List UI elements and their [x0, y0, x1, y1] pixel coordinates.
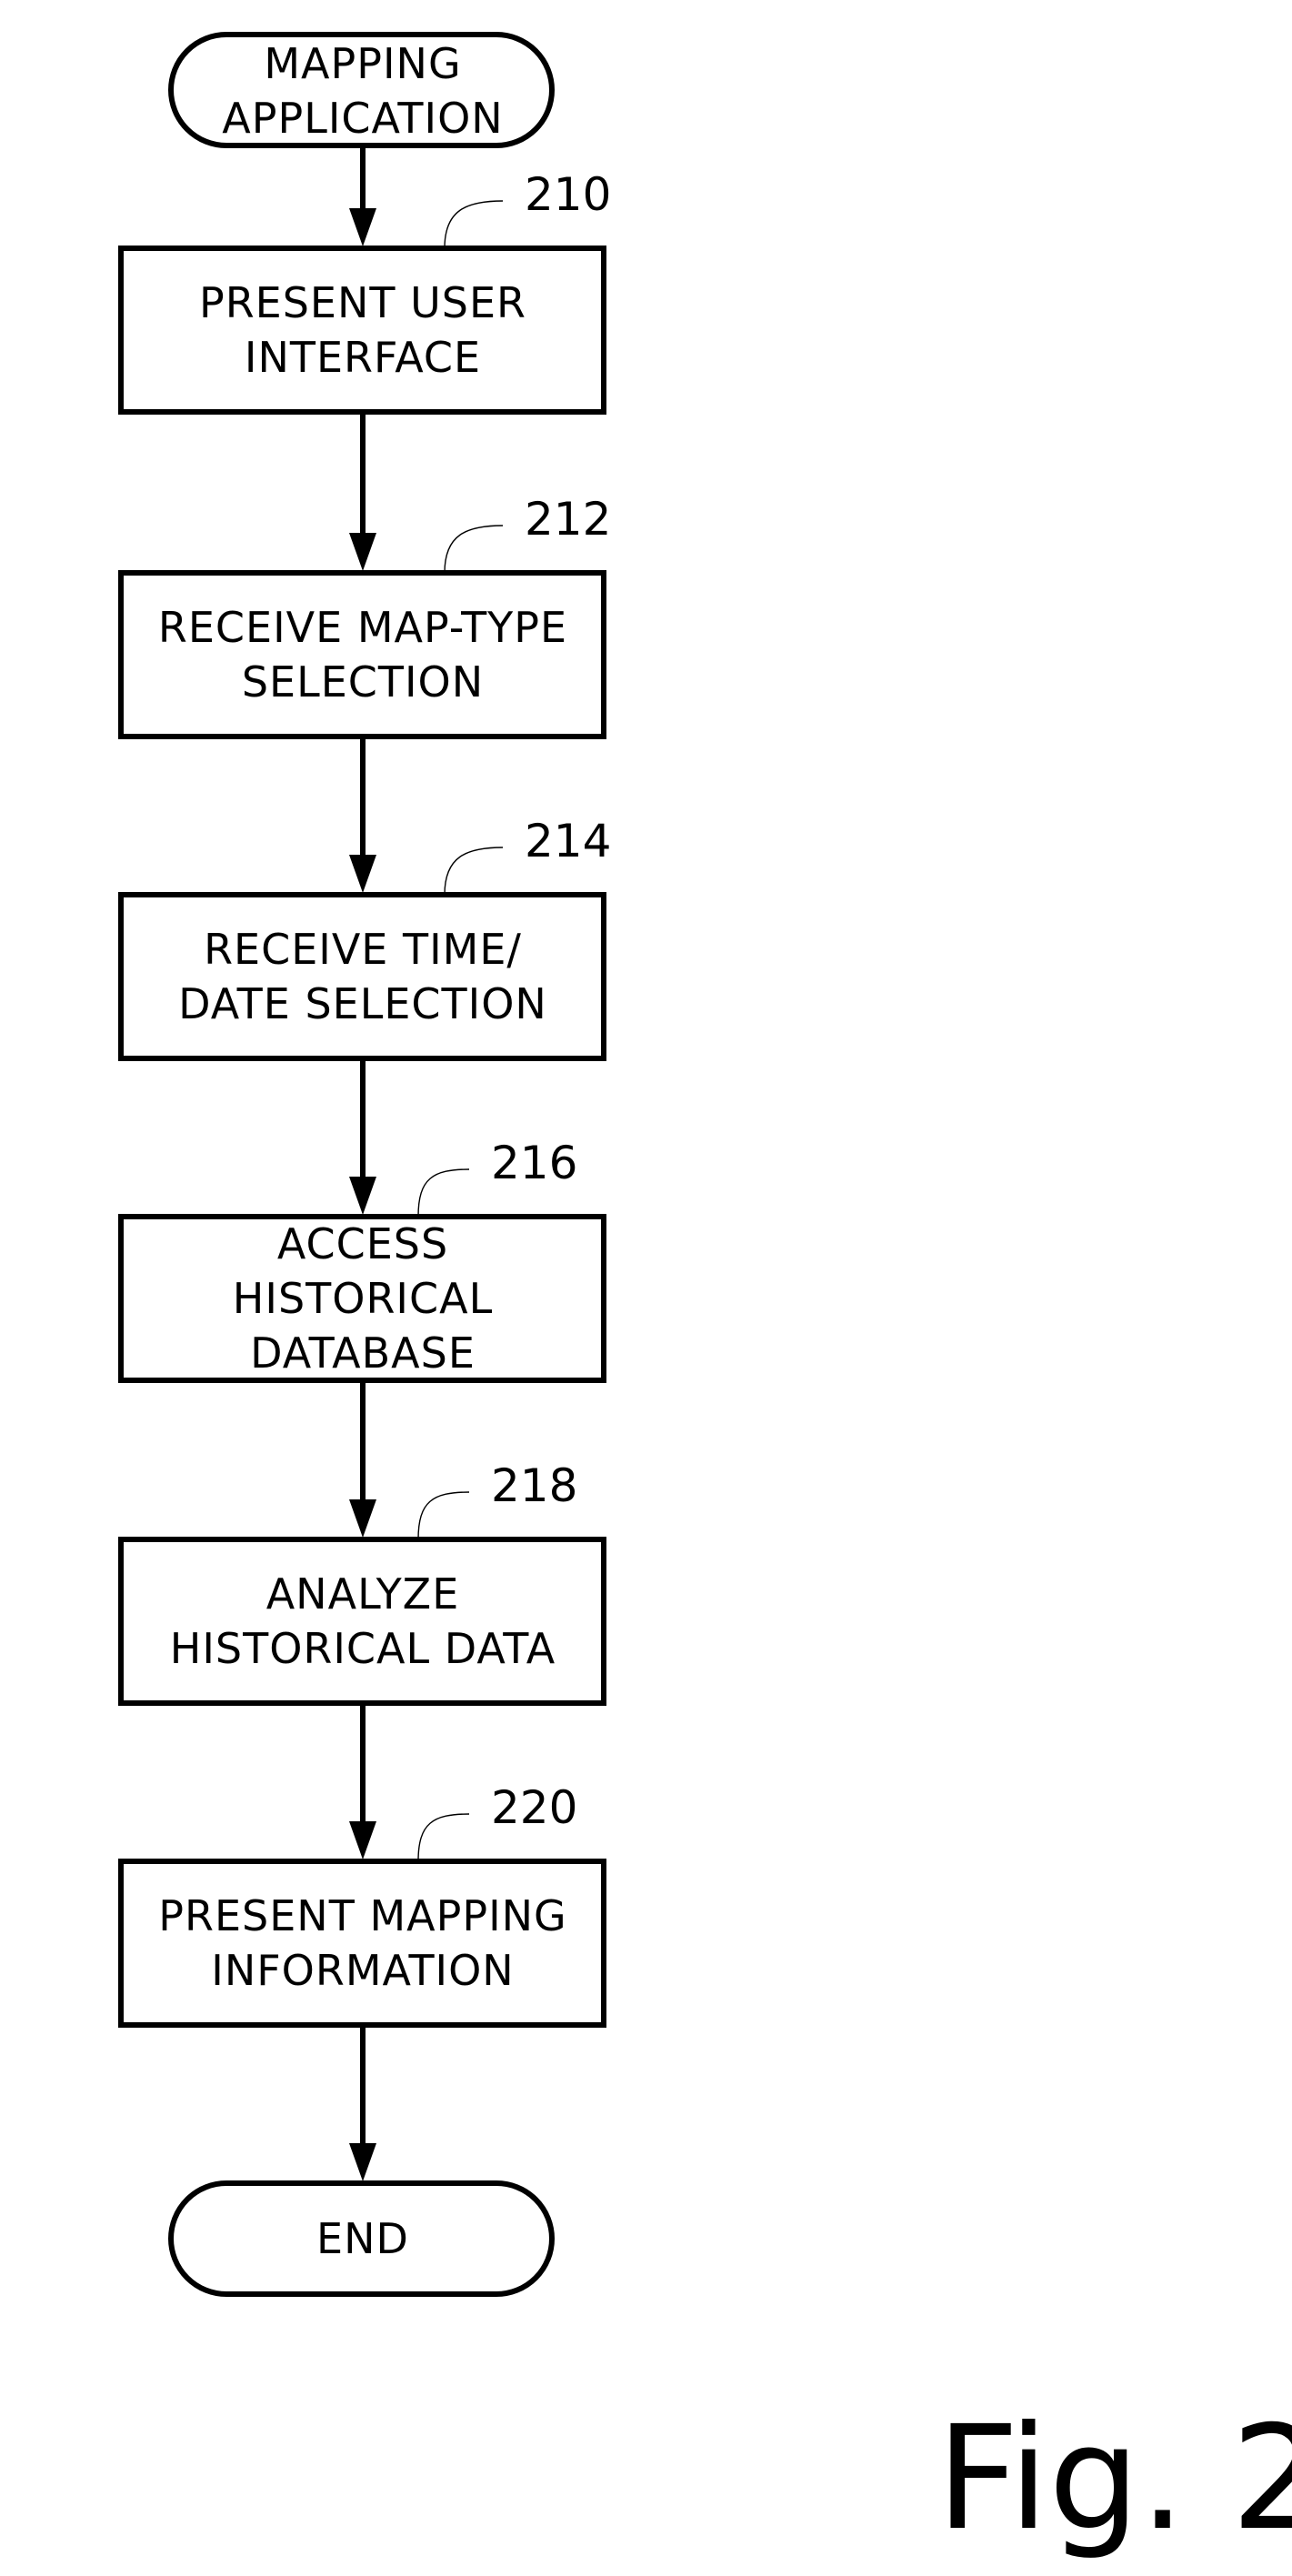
- end-terminal-label-line: END: [316, 2214, 409, 2263]
- reference-220: 220: [417, 1781, 577, 1862]
- arrowhead-icon: [349, 208, 376, 246]
- arrow-connector: [349, 412, 376, 571]
- reference-210: 210: [444, 168, 611, 249]
- reference-212: 212: [444, 493, 611, 574]
- process-box: [118, 1859, 606, 2028]
- leader-line: [444, 847, 504, 896]
- process-step-label-line: RECEIVE TIME/: [204, 925, 522, 974]
- process-step-212: RECEIVE MAP-TYPE SELECTION: [118, 570, 606, 739]
- process-step-214: RECEIVE TIME/DATE SELECTION: [118, 892, 606, 1061]
- arrowhead-icon: [349, 1177, 376, 1215]
- process-step-210: PRESENT USER INTERFACE: [118, 246, 606, 415]
- leader-line: [444, 525, 504, 574]
- start-terminal: MAPPING APPLICATION: [168, 32, 555, 148]
- process-step-label-line: PRESENT MAPPING: [158, 1891, 566, 1940]
- arrow-connector: [349, 737, 376, 893]
- process-box: [118, 892, 606, 1061]
- reference-numeral: 216: [491, 1137, 577, 1189]
- arrowhead-icon: [349, 1499, 376, 1538]
- arrow-connector: [349, 1703, 376, 1859]
- leader-line: [444, 200, 504, 249]
- process-step-label-line: RECEIVE MAP-TYPE: [158, 603, 567, 652]
- process-step-218: ANALYZE HISTORICAL DATA: [118, 1537, 606, 1706]
- start-terminal-label-line: MAPPING: [264, 39, 461, 88]
- arrowhead-icon: [349, 2143, 376, 2181]
- end-terminal: END: [168, 2180, 555, 2297]
- reference-214: 214: [444, 815, 611, 896]
- process-step-216: ACCESS HISTORICAL DATABASE: [118, 1214, 606, 1383]
- figure-label: Fig. 2: [936, 2395, 1292, 2562]
- reference-numeral: 212: [525, 493, 611, 546]
- process-box: [118, 570, 606, 739]
- reference-218: 218: [417, 1459, 577, 1540]
- process-step-label-line: SELECTION: [242, 657, 484, 707]
- process-step-label-line: INTERFACE: [245, 333, 481, 382]
- start-terminal-label-line: APPLICATION: [222, 94, 503, 143]
- arrowhead-icon: [349, 533, 376, 571]
- reference-numeral: 210: [525, 168, 611, 221]
- reference-numeral: 220: [491, 1781, 577, 1834]
- flowchart-diagram: MAPPING APPLICATION PRESENT USER INTERFACE R…: [118, 32, 1292, 2562]
- process-box: [118, 1537, 606, 1706]
- process-step-label-line: ACCESS: [277, 1219, 448, 1268]
- process-step-label-line: ANALYZE: [266, 1569, 460, 1619]
- process-step-label-line: HISTORICAL DATA: [170, 1624, 556, 1673]
- process-box: [118, 246, 606, 415]
- leader-line: [417, 1813, 470, 1862]
- process-step-label-line: INFORMATION: [211, 1946, 514, 1995]
- process-step-label-line: DATABASE: [250, 1328, 476, 1378]
- reference-numeral: 214: [525, 815, 611, 867]
- arrowhead-icon: [349, 855, 376, 893]
- process-step-label-line: PRESENT USER: [199, 278, 526, 327]
- arrow-connector: [349, 1058, 376, 1215]
- arrow-connector: [349, 2025, 376, 2181]
- process-step-label-line: HISTORICAL: [233, 1274, 493, 1323]
- reference-216: 216: [417, 1137, 577, 1218]
- arrow-connector: [349, 1380, 376, 1538]
- arrow-connector: [349, 145, 376, 246]
- process-step-label-line: DATE SELECTION: [178, 979, 547, 1028]
- leader-line: [417, 1168, 470, 1218]
- arrowhead-icon: [349, 1821, 376, 1859]
- reference-numeral: 218: [491, 1459, 577, 1512]
- leader-line: [417, 1491, 470, 1540]
- process-step-220: PRESENT MAPPING INFORMATION: [118, 1859, 606, 2028]
